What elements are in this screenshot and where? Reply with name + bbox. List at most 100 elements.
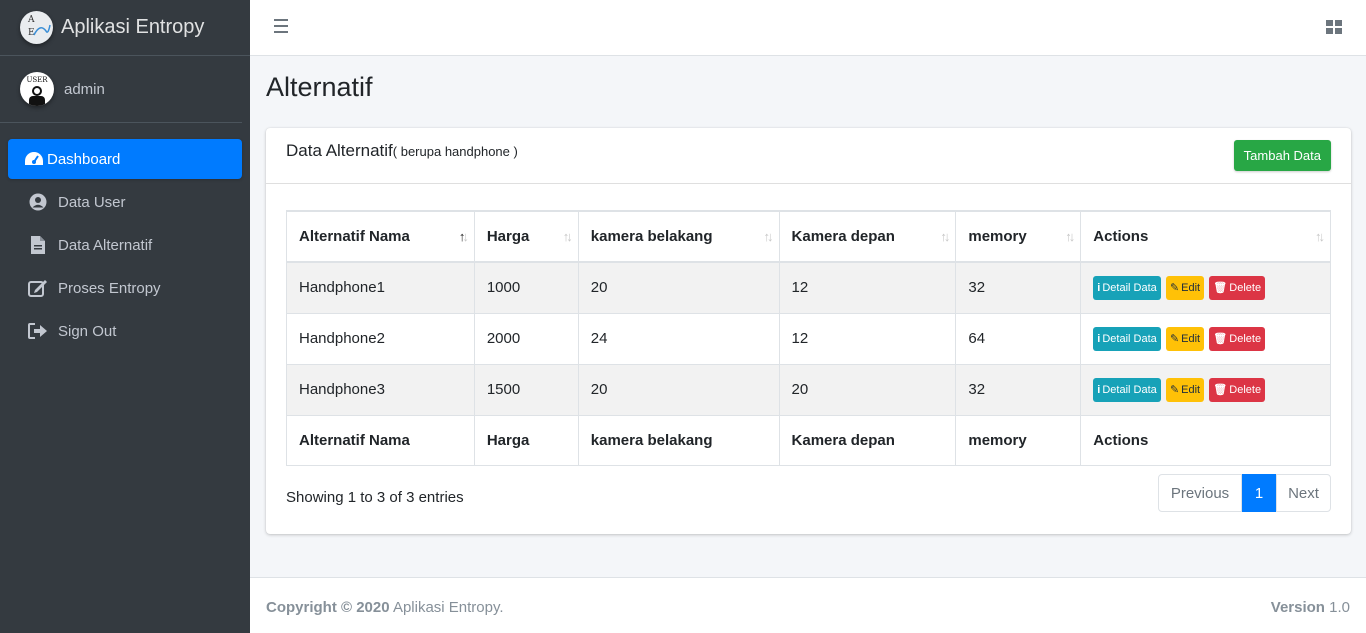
cell-memory: 32 [955,261,1082,314]
info-icon: i [1097,332,1101,345]
card-title: Data Alternatif( berupa handphone ) [286,141,518,161]
cell-kamera-depan: 12 [778,312,957,365]
column-label: Actions [1093,228,1149,245]
cell-nama: Handphone3 [286,363,475,416]
brand-logo: A E [20,11,53,44]
delete-button[interactable]: 🗑 Delete [1209,275,1266,300]
copyright-text: Copyright © 2020 [266,599,390,616]
alternatif-table: Alternatif Nama ↑↓ Harga ↑↓ kamera belakan… [286,210,1331,466]
table-row: Handphone2 2000 24 12 64 i Detail Data ✎ E… [286,312,1331,365]
delete-button[interactable]: 🗑 Delete [1209,326,1266,351]
cell-harga: 2000 [473,312,579,365]
user-name[interactable]: admin [64,81,105,98]
page-1-button[interactable]: 1 [1242,474,1276,512]
footer-version: Version 1.0 [1271,599,1350,616]
column-footer: Harga [473,414,579,466]
sidebar-item-sign-out[interactable]: Sign Out [8,311,242,351]
info-icon: i [1097,281,1101,294]
menu-toggle-icon[interactable] [274,19,288,33]
brand-title: Aplikasi Entropy [61,16,205,38]
sort-icon: ↑↓ [940,229,950,244]
trash-icon: 🗑 [1213,281,1228,294]
sort-icon: ↑↓ [1065,229,1075,244]
table-info: Showing 1 to 3 of 3 entries [286,489,464,506]
edit-button[interactable]: ✎ Edit [1165,275,1205,300]
detail-data-button[interactable]: i Detail Data [1093,377,1161,402]
column-label: Harga [486,228,530,245]
column-header[interactable]: Harga ↑↓ [473,210,579,263]
column-label: Kamera depan [791,228,895,245]
next-page-button[interactable]: Next [1276,474,1331,512]
column-header[interactable]: Actions ↑↓ [1080,210,1331,263]
cell-harga: 1500 [473,363,579,416]
user-circle-icon [26,192,50,212]
table-header-row: Alternatif Nama ↑↓ Harga ↑↓ kamera belakan… [286,210,1331,263]
edit-button[interactable]: ✎ Edit [1165,326,1205,351]
column-header[interactable]: Alternatif Nama ↑↓ [286,210,475,263]
cell-kamera-belakang: 20 [577,261,780,314]
user-panel[interactable]: USER admin [0,56,242,123]
detail-data-button[interactable]: i Detail Data [1093,275,1161,300]
cell-kamera-depan: 20 [778,363,957,416]
sidebar-item-proses-entropy[interactable]: Proses Entropy [8,268,242,308]
sort-icon: ↑↓ [763,229,774,244]
sidebar-item-data-alternatif[interactable]: Data Alternatif [8,225,242,265]
card-subtitle: ( berupa handphone ) [392,144,518,159]
card-header: Data Alternatif( berupa handphone ) Tamb… [266,128,1351,184]
cell-memory: 32 [955,363,1082,416]
brand-link[interactable]: A E Aplikasi Entropy [0,0,250,56]
column-label: kamera belakang [590,228,713,245]
button-label: Delete [1229,383,1262,396]
column-footer: Kamera depan [778,414,957,466]
column-label: Alternatif Nama [299,228,410,245]
detail-data-button[interactable]: i Detail Data [1093,326,1161,351]
column-footer: memory [955,414,1082,466]
sidebar-nav: Dashboard Data User Data Alternatif Pros… [0,139,250,351]
cell-nama: Handphone2 [286,312,475,365]
edit-button[interactable]: ✎ Edit [1165,377,1205,402]
table-footer-row: Alternatif Nama Harga kamera belakang Ka… [286,414,1331,466]
sidebar-item-label: Dashboard [47,150,121,168]
sort-asc-icon: ↑↓ [458,229,469,244]
button-label: Detail Data [1102,281,1157,294]
pencil-icon: ✎ [1169,383,1180,396]
cell-kamera-depan: 12 [778,261,957,314]
column-header[interactable]: Kamera depan ↑↓ [778,210,957,263]
sidebar-item-dashboard[interactable]: Dashboard [8,139,242,179]
sidebar-item-data-user[interactable]: Data User [8,182,242,222]
trash-icon: 🗑 [1213,383,1228,396]
sidebar-item-label: Proses Entropy [58,279,161,297]
tachometer-icon [22,149,46,169]
trash-icon: 🗑 [1213,332,1228,345]
sidebar: A E Aplikasi Entropy USER admin Dashboar… [0,0,250,633]
sign-out-icon [26,321,50,341]
button-label: Delete [1229,281,1262,294]
delete-button[interactable]: 🗑 Delete [1209,377,1266,402]
button-label: Detail Data [1102,383,1157,396]
cell-actions: i Detail Data ✎ Edit 🗑 Delete [1080,363,1331,416]
sidebar-item-label: Data User [58,193,126,211]
column-footer: Actions [1080,414,1331,466]
sidebar-item-label: Sign Out [58,322,117,340]
page-title: Alternatif [266,72,373,102]
table-row: Handphone1 1000 20 12 32 i Detail Data ✎ E… [286,261,1331,314]
previous-page-button[interactable]: Previous [1158,474,1242,512]
file-icon [26,235,50,255]
top-navbar [250,0,1366,56]
pencil-icon: ✎ [1169,281,1180,294]
version-number: 1.0 [1329,599,1350,616]
pagination: Previous 1 Next [1158,474,1331,512]
button-label: Edit [1181,332,1201,345]
add-data-button[interactable]: Tambah Data [1233,140,1331,171]
sort-icon: ↑↓ [562,229,573,244]
sidebar-item-label: Data Alternatif [58,236,153,254]
logo-wave-icon [33,24,51,36]
footer-app-link[interactable]: Aplikasi Entropy. [393,599,504,616]
column-header[interactable]: memory ↑↓ [955,210,1082,263]
info-icon: i [1097,383,1101,396]
pencil-icon: ✎ [1169,332,1180,345]
sort-icon: ↑↓ [1315,229,1325,244]
column-header[interactable]: kamera belakang ↑↓ [577,210,780,263]
avatar: USER [20,72,54,106]
grid-widgets-icon[interactable] [1326,20,1342,34]
